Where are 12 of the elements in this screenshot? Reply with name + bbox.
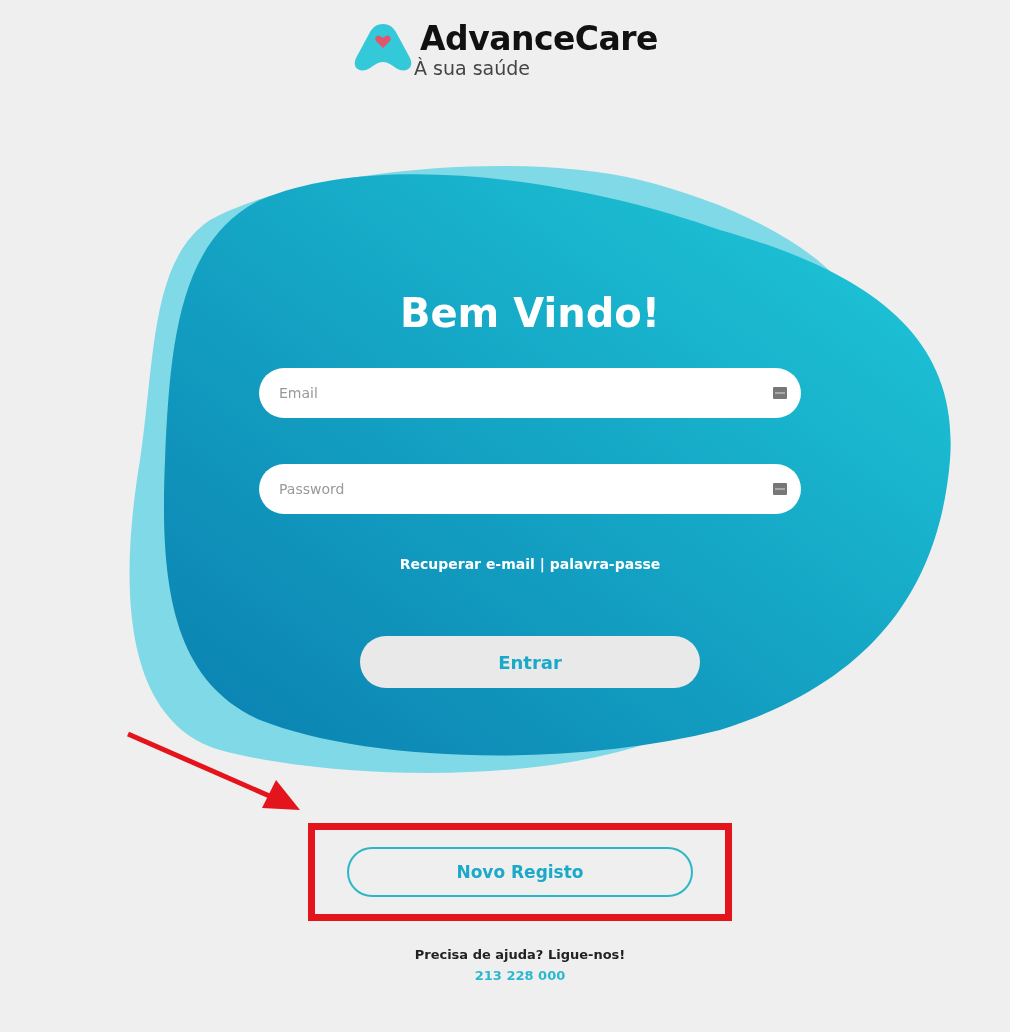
help-text: Precisa de ajuda? Ligue-nos! (414, 947, 626, 962)
register-button[interactable]: Novo Registo (347, 847, 693, 897)
recover-link[interactable]: Recuperar e-mail | palavra-passe (399, 556, 661, 572)
brand-name: AdvanceCare (420, 20, 658, 58)
phone-number: 213 228 000 (474, 968, 566, 983)
card-icon (773, 483, 787, 495)
password-field[interactable]: Password (259, 464, 801, 514)
email-field[interactable]: Email (259, 368, 801, 418)
card-icon (773, 387, 787, 399)
login-button[interactable]: Entrar (360, 636, 700, 688)
welcome-heading: Bem Vindo! (400, 289, 660, 338)
brand-tagline: À sua saúde (414, 58, 530, 78)
